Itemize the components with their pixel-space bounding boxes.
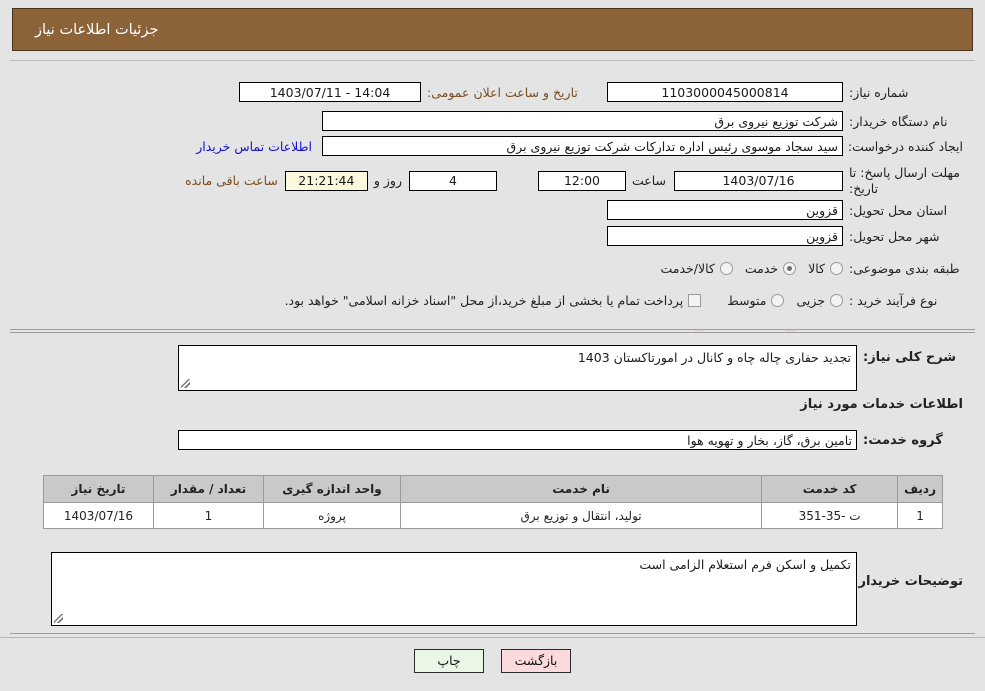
footer-buttons: بازگشت چاپ (0, 649, 985, 673)
process-row: نوع فرآیند خرید : جزیی متوسط پرداخت تمام… (273, 293, 963, 308)
services-section-title-row: اطلاعات خدمات مورد نیاز (794, 397, 963, 412)
radio-category-kala-khedmat-label: کالا/خدمت (660, 261, 715, 276)
radio-category-khedmat-label: خدمت (744, 261, 779, 276)
cell-index: 1 (897, 502, 943, 529)
services-table: ردیف کد خدمت نام خدمت واحد اندازه گیری ت… (43, 475, 943, 529)
col-name: نام خدمت (399, 475, 763, 503)
radio-process-jozee-label: جزیی (796, 293, 825, 308)
deadline-label: مهلت ارسال پاسخ: تا تاریخ: (849, 165, 960, 196)
description-row: شرح کلی نیاز: تجدید حفاری چاله چاه و کان… (178, 345, 963, 391)
buyer-notes-label: توضیحات خریدار: (853, 574, 963, 589)
table-header-row: ردیف کد خدمت نام خدمت واحد اندازه گیری ت… (43, 475, 943, 503)
col-need-date: تاریخ نیاز (43, 475, 154, 503)
radio-category-kala-label: کالا (808, 261, 825, 276)
need-number-value: 1103000045000814 (607, 82, 843, 102)
services-section-title: اطلاعات خدمات مورد نیاز (800, 397, 963, 412)
category-label: طبقه بندی موضوعی: (849, 261, 960, 276)
province-label: استان محل تحویل: (849, 202, 948, 218)
deadline-date-value: 1403/07/16 (674, 170, 843, 191)
city-label: شهر محل تحویل: (849, 228, 940, 244)
remaining-days-label: روز و (373, 173, 402, 189)
radio-category-kala-khedmat[interactable] (719, 262, 733, 275)
remaining-days-value: 4 (408, 170, 497, 191)
description-textarea[interactable]: تجدید حفاری چاله چاه و کانال در امورتاکس… (178, 345, 857, 391)
buyer-notes-textarea[interactable]: تکمیل و اسکن فرم استعلام الزامی است (51, 552, 857, 626)
cell-code: ت -35-351 (761, 502, 899, 529)
page-root: جزئیات اطلاعات نیاز AnaTender.net شماره … (0, 0, 985, 691)
back-button[interactable]: بازگشت (501, 649, 571, 673)
cell-name: تولید، انتقال و توزیع برق (399, 502, 763, 529)
service-group-row: گروه خدمت: تامین برق، گاز، بخار و تهویه … (178, 430, 963, 450)
service-group-label: گروه خدمت: (863, 432, 943, 448)
creator-value: سید سجاد موسوی رئیس اداره تدارکات شرکت ت… (322, 136, 843, 156)
announce-value: 14:04 - 1403/07/11 (239, 82, 421, 102)
need-details-panel: شرح کلی نیاز: تجدید حفاری چاله چاه و کان… (10, 332, 975, 634)
col-index: ردیف (897, 475, 943, 503)
deadline-time-value: 12:00 (537, 170, 626, 191)
category-row: طبقه بندی موضوعی: کالا خدمت کالا/خدمت (648, 261, 963, 276)
creator-row: ایجاد کننده درخواست: سید سجاد موسوی رئیس… (196, 136, 963, 156)
radio-process-motavaset-label: متوسط (727, 293, 767, 308)
city-value: قزوین (607, 226, 843, 246)
buyer-org-label: نام دستگاه خریدار: (849, 113, 948, 129)
radio-process-motavaset[interactable] (771, 294, 785, 307)
buyer-contact-link[interactable]: اطلاعات تماس خریدار (196, 139, 312, 154)
cell-unit: پروژه (263, 502, 401, 529)
buyer-notes-row: توضیحات خریدار: تکمیل و اسکن فرم استعلام… (51, 552, 963, 626)
col-code: کد خدمت (761, 475, 899, 503)
countdown-timer: 21:21:44 (284, 170, 368, 191)
radio-process-jozee[interactable] (830, 294, 843, 307)
announce-row: تاریخ و ساعت اعلان عمومی: 14:04 - 1403/0… (239, 82, 597, 102)
need-number-row: شماره نیاز: 1103000045000814 (607, 82, 963, 102)
description-label: شرح کلی نیاز: (863, 350, 957, 365)
province-row: استان محل تحویل: قزوین (607, 200, 963, 220)
print-button[interactable]: چاپ (414, 649, 484, 673)
page-header: جزئیات اطلاعات نیاز (12, 8, 973, 51)
need-summary-panel: شماره نیاز: 1103000045000814 تاریخ و ساع… (10, 60, 975, 330)
service-group-value: تامین برق، گاز، بخار و تهویه هوا (178, 430, 857, 450)
process-label: نوع فرآیند خرید : (849, 293, 938, 308)
deadline-row: مهلت ارسال پاسخ: تا تاریخ: 1403/07/16 سا… (179, 165, 963, 196)
radio-category-kala[interactable] (830, 262, 843, 275)
radio-category-khedmat[interactable] (783, 262, 797, 275)
buyer-org-row: نام دستگاه خریدار: شرکت توزیع نیروی برق (322, 111, 963, 131)
col-quantity: تعداد / مقدار (153, 475, 264, 503)
buyer-org-value: شرکت توزیع نیروی برق (322, 111, 843, 131)
city-row: شهر محل تحویل: قزوین (607, 226, 963, 246)
creator-label: ایجاد کننده درخواست: (847, 138, 963, 154)
province-value: قزوین (607, 200, 843, 220)
cell-quantity: 1 (153, 502, 264, 529)
col-unit: واحد اندازه گیری (263, 475, 401, 503)
deadline-time-label: ساعت (631, 173, 666, 189)
checkbox-islamic-treasury[interactable] (688, 294, 702, 307)
footer-divider (0, 637, 985, 638)
cell-need-date: 1403/07/16 (43, 502, 154, 529)
page-title: جزئیات اطلاعات نیاز (35, 21, 159, 38)
remaining-hours-label: ساعت باقی مانده (185, 173, 278, 189)
table-row: 1 ت -35-351 تولید، انتقال و توزیع برق پر… (43, 502, 943, 529)
checkbox-islamic-treasury-label: پرداخت تمام یا بخشی از مبلغ خرید،از محل … (284, 293, 684, 308)
need-number-label: شماره نیاز: (849, 84, 909, 100)
announce-label: تاریخ و ساعت اعلان عمومی: (427, 84, 578, 100)
